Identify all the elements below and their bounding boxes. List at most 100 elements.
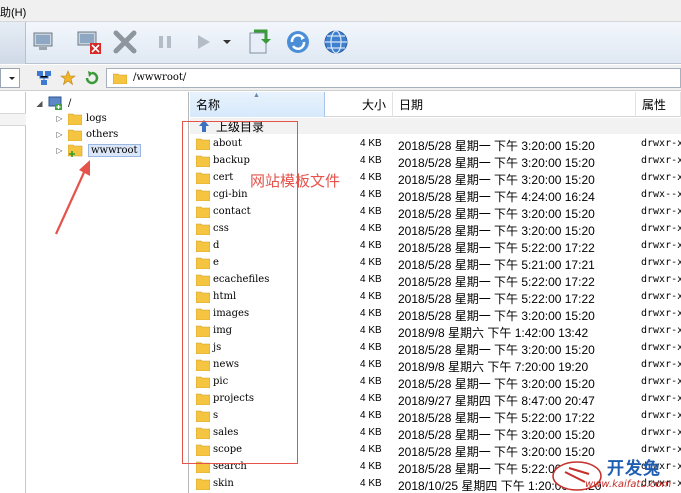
file-attributes: drwxr-x xyxy=(641,240,681,251)
watermark-main-text: 开发兔 xyxy=(607,459,661,479)
favorites-button[interactable] xyxy=(58,68,78,88)
file-name: skin xyxy=(213,478,234,489)
file-size: 4 KB xyxy=(360,376,382,387)
tree-node-label: others xyxy=(86,128,119,140)
play-dropdown-button[interactable] xyxy=(220,26,234,58)
column-header-name[interactable]: 名称 ▲ xyxy=(190,92,325,117)
star-icon xyxy=(60,70,76,86)
file-attributes: drwxr-x xyxy=(641,427,681,438)
tree-node-others[interactable]: ▷ others xyxy=(55,126,118,142)
chevron-down-icon xyxy=(223,40,231,44)
file-size: 4 KB xyxy=(360,172,382,183)
file-size: 4 KB xyxy=(360,206,382,217)
column-header-date[interactable]: 日期 xyxy=(393,92,636,117)
annotation-text: 网站模板文件 xyxy=(250,172,341,190)
file-size: 4 KB xyxy=(360,308,382,319)
menu-bar: 助(H) xyxy=(0,0,681,22)
expand-icon[interactable]: ▷ xyxy=(55,146,64,155)
file-size: 4 KB xyxy=(360,223,382,234)
disconnect-button[interactable] xyxy=(74,26,104,58)
sitemap-icon xyxy=(37,71,51,85)
tree-node-label: / xyxy=(68,97,72,109)
left-panel-strip xyxy=(0,92,26,493)
web-folder-icon xyxy=(68,144,83,157)
file-size: 4 KB xyxy=(360,325,382,336)
file-attributes: drwxr-x xyxy=(641,172,681,183)
refresh-button[interactable] xyxy=(283,26,313,58)
tree-node-label: wwwroot xyxy=(88,143,141,157)
expand-icon[interactable]: ▷ xyxy=(55,114,64,123)
column-header-label: 名称 xyxy=(196,98,221,112)
file-attributes: drwxr-x xyxy=(641,342,681,353)
site-manager-button[interactable] xyxy=(34,68,54,88)
column-header-label: 属性 xyxy=(642,98,667,112)
file-size: 4 KB xyxy=(360,240,382,251)
folder-icon xyxy=(68,113,82,125)
column-header-attributes[interactable]: 属性 xyxy=(636,92,681,117)
menu-help[interactable]: 助(H) xyxy=(0,4,26,20)
file-size: 4 KB xyxy=(360,461,382,472)
folder-icon xyxy=(113,73,127,84)
go-up-button[interactable] xyxy=(82,68,102,88)
tree-node-wwwroot[interactable]: ▷ wwwroot xyxy=(55,142,141,158)
play-icon xyxy=(198,35,210,49)
file-attributes: drwxr-x xyxy=(641,223,681,234)
pause-icon xyxy=(159,36,171,48)
column-header-size[interactable]: 大小 xyxy=(325,92,393,117)
folder-icon xyxy=(196,478,210,490)
connect-button[interactable] xyxy=(30,26,60,58)
folder-icon xyxy=(68,129,82,141)
left-panel-row xyxy=(0,114,26,126)
file-size: 4 KB xyxy=(360,427,382,438)
file-size: 4 KB xyxy=(360,342,382,353)
tree-node-label: logs xyxy=(86,112,107,124)
expand-icon[interactable]: ▷ xyxy=(55,130,64,139)
file-size: 4 KB xyxy=(360,189,382,200)
file-attributes: drwxr-x xyxy=(641,257,681,268)
file-size: 4 KB xyxy=(360,393,382,404)
column-header-label: 日期 xyxy=(399,98,424,112)
tree-node-root[interactable]: ◢ / xyxy=(35,95,71,111)
sync-icon xyxy=(249,29,271,54)
file-attributes: drwxr-x xyxy=(641,376,681,387)
left-panel-row xyxy=(0,92,26,114)
address-bar: /wwwroot/ xyxy=(0,65,681,91)
file-attributes: drwxr-x xyxy=(641,274,681,285)
pause-button[interactable] xyxy=(150,26,180,58)
path-input[interactable]: /wwwroot/ xyxy=(106,68,681,88)
file-size: 4 KB xyxy=(360,274,382,285)
file-size: 4 KB xyxy=(360,291,382,302)
back-arrow-icon xyxy=(85,71,99,85)
browser-button[interactable] xyxy=(321,26,351,58)
file-attributes: drwxr-x xyxy=(641,410,681,421)
play-button[interactable] xyxy=(188,26,218,58)
sync-button[interactable] xyxy=(244,26,274,58)
column-header-label: 大小 xyxy=(361,98,386,112)
file-attributes: drwxr-x xyxy=(641,138,681,149)
file-attributes: drwxr-x xyxy=(641,291,681,302)
file-attributes: drwxr-x xyxy=(641,393,681,404)
refresh-icon xyxy=(287,31,309,53)
file-size: 4 KB xyxy=(360,359,382,370)
computer-disconnect-icon xyxy=(77,31,101,54)
computer-icon xyxy=(33,32,53,50)
file-size: 4 KB xyxy=(360,257,382,268)
chevron-down-icon xyxy=(9,77,15,80)
file-size: 4 KB xyxy=(360,155,382,166)
toolbar-left-panel xyxy=(0,22,26,64)
tree-node-logs[interactable]: ▷ logs xyxy=(55,110,107,126)
drive-select[interactable] xyxy=(0,68,20,88)
collapse-icon[interactable]: ◢ xyxy=(35,99,44,108)
directory-tree: ◢ / ▷ logs ▷ others ▷ wwwroot xyxy=(27,92,189,493)
file-list-header: 名称 ▲ 大小 日期 属性 xyxy=(190,92,681,117)
file-attributes: drwxr-x xyxy=(641,325,681,336)
toolbar xyxy=(0,22,681,64)
file-attributes: drwxr-x xyxy=(641,155,681,166)
file-size: 4 KB xyxy=(360,478,382,489)
close-icon xyxy=(113,30,137,54)
server-folder-icon xyxy=(48,96,62,110)
path-text: /wwwroot/ xyxy=(133,72,187,83)
annotation-arrow-icon xyxy=(54,160,90,235)
globe-icon xyxy=(324,30,348,54)
stop-button[interactable] xyxy=(110,26,140,58)
